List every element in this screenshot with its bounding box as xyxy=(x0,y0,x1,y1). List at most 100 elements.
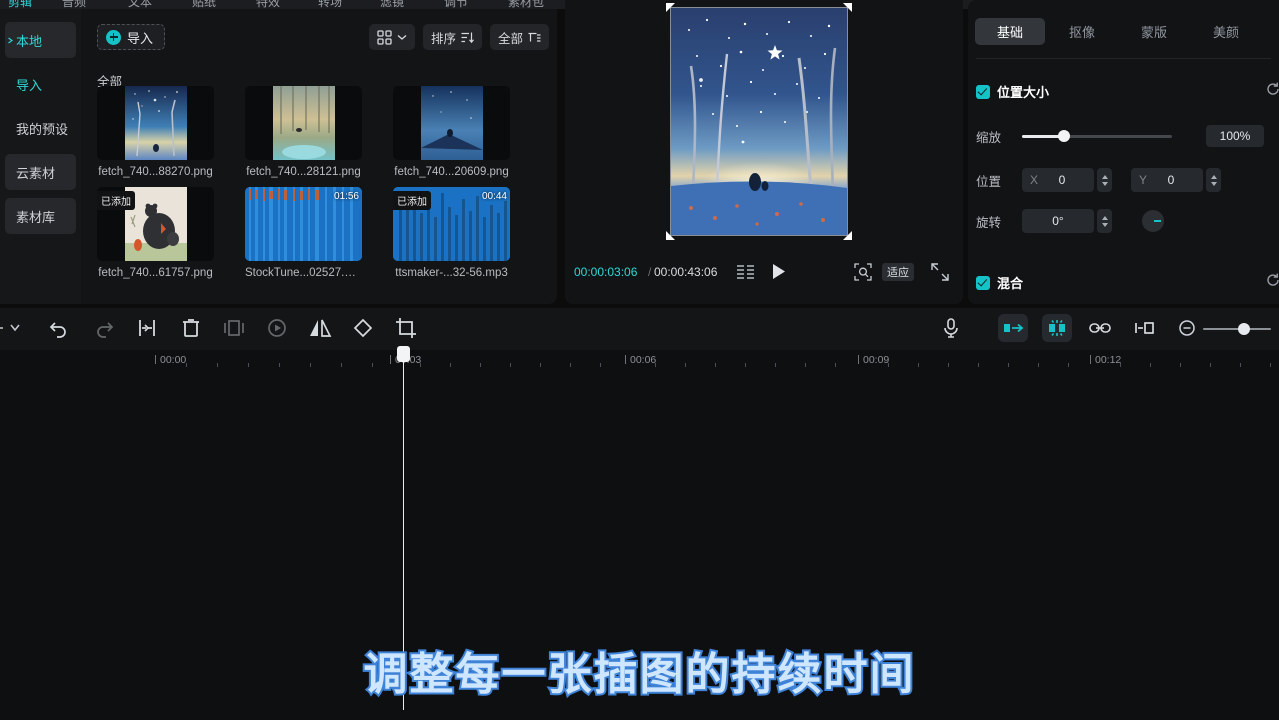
rotation-field[interactable]: 0° xyxy=(1022,209,1094,233)
thumbnail-image xyxy=(124,86,187,160)
media-item[interactable]: fetch_740...88270.png xyxy=(97,86,214,178)
sidebar-item-presets[interactable]: 我的预设 xyxy=(5,110,76,146)
media-item-name: fetch_740...20609.png xyxy=(394,166,509,178)
playhead[interactable] xyxy=(397,346,410,710)
menu-item-4[interactable]: 特效 xyxy=(256,0,280,9)
zoom-out-icon[interactable] xyxy=(1178,317,1196,344)
zoom-slider[interactable] xyxy=(1203,322,1275,341)
position-size-checkbox[interactable] xyxy=(976,84,990,99)
reset-position-size-icon[interactable] xyxy=(1266,82,1279,101)
media-toolbar: 导入 排序 全部 xyxy=(81,20,557,52)
grid-view-icon xyxy=(377,29,392,45)
menu-item-6[interactable]: 滤镜 xyxy=(380,0,404,9)
freeze-frame-icon[interactable] xyxy=(223,317,245,344)
timeline-tracks: 封面 fetch_7400610434952088270.png 00:00:0… xyxy=(0,372,1279,720)
media-duration-badge: 00:44 xyxy=(481,191,507,202)
inspector-panel: 基础 抠像 蒙版 美颜 位置大小 缩放 100% 位置 X 0 Y 0 旋转 0… xyxy=(968,0,1279,304)
current-time: 00:00:03:06 xyxy=(574,265,638,279)
tab-mask[interactable]: 蒙版 xyxy=(1119,18,1189,45)
position-x-field[interactable]: X 0 xyxy=(1022,168,1094,192)
position-y-value: 0 xyxy=(1167,173,1175,187)
media-item[interactable]: 已添加 00:44 ttsmaker-...32-56.mp3 xyxy=(393,187,510,279)
media-item[interactable]: fetch_740...20609.png xyxy=(393,86,510,178)
snapshot-icon[interactable] xyxy=(854,263,872,286)
rotation-stepper[interactable] xyxy=(1097,209,1112,233)
scale-value[interactable]: 100% xyxy=(1206,125,1264,147)
reset-blend-icon[interactable] xyxy=(1266,273,1279,292)
player-controls: 00:00:03:06 / 00:00:43:06 适应 xyxy=(565,258,963,286)
scale-label: 缩放 xyxy=(976,130,1002,145)
media-thumbnail[interactable] xyxy=(245,86,362,160)
rotation-dial[interactable] xyxy=(1142,210,1164,232)
mirror-icon[interactable] xyxy=(308,317,332,344)
inspector-divider xyxy=(976,58,1271,59)
speed-dropdown-icon[interactable] xyxy=(0,317,30,344)
media-grid: fetch_740...88270.png fetch_740...28121.… xyxy=(97,86,557,279)
section-title-blend: 混合 xyxy=(997,276,1024,291)
rotation-row: 旋转 0° xyxy=(976,209,1164,233)
section-header-position-size[interactable]: 位置大小 xyxy=(976,82,1049,101)
reverse-icon[interactable] xyxy=(266,317,288,344)
sidebar-item-local[interactable]: 本地 xyxy=(5,22,76,58)
menu-item-0[interactable]: 剪辑 xyxy=(8,0,32,9)
undo-icon[interactable] xyxy=(48,317,70,344)
blend-checkbox[interactable] xyxy=(976,275,990,290)
menu-item-7[interactable]: 调节 xyxy=(444,0,468,9)
menu-item-3[interactable]: 贴纸 xyxy=(192,0,216,9)
view-mode-chip[interactable] xyxy=(368,24,415,50)
section-title-position-size: 位置大小 xyxy=(997,85,1050,100)
sidebar-item-library[interactable]: 素材库 xyxy=(5,198,76,234)
link-icon[interactable] xyxy=(1088,317,1112,344)
menu-item-8[interactable]: 素材包 xyxy=(508,0,544,9)
position-y-key: Y xyxy=(1139,173,1148,187)
split-icon[interactable] xyxy=(136,317,158,344)
media-item[interactable]: 01:56 StockTune...02527.mp3 xyxy=(245,187,362,279)
plus-icon xyxy=(106,29,121,45)
tab-basic[interactable]: 基础 xyxy=(975,18,1046,45)
media-thumbnail[interactable]: 01:56 xyxy=(245,187,362,261)
timeline-ruler[interactable]: 00:00 00:03 00:06 00:09 00:12 xyxy=(0,350,1279,372)
position-y-field[interactable]: Y 0 xyxy=(1131,168,1203,192)
fit-button[interactable]: 适应 xyxy=(882,263,914,281)
play-icon[interactable] xyxy=(771,263,787,285)
split-mirror-icon[interactable] xyxy=(1132,317,1156,344)
snap-to-clip-button[interactable] xyxy=(998,314,1028,342)
compare-grid-icon[interactable] xyxy=(737,265,755,284)
timeline-toolbar xyxy=(0,308,1279,350)
sidebar-item-import[interactable]: 导入 xyxy=(5,66,76,102)
import-button[interactable]: 导入 xyxy=(97,24,166,50)
scale-slider-knob[interactable] xyxy=(1058,130,1070,142)
media-item[interactable]: 已添加 fetch_740...61757.png xyxy=(97,187,214,279)
ruler-label-4: 00:12 xyxy=(1095,354,1122,366)
position-x-stepper[interactable] xyxy=(1097,168,1112,192)
media-thumbnail[interactable] xyxy=(97,86,214,160)
sort-chip[interactable]: 排序 xyxy=(422,24,482,50)
section-header-blend[interactable]: 混合 xyxy=(976,273,1023,292)
fullscreen-icon[interactable] xyxy=(931,263,949,286)
playhead-handle[interactable] xyxy=(397,346,410,362)
media-thumbnail[interactable]: 已添加 xyxy=(97,187,214,261)
media-item-name: fetch_740...28121.png xyxy=(246,166,361,178)
auto-snap-button[interactable] xyxy=(1042,314,1072,342)
media-item[interactable]: fetch_740...28121.png xyxy=(245,86,362,178)
media-thumbnail[interactable]: 已添加 00:44 xyxy=(393,187,510,261)
preview-canvas[interactable] xyxy=(666,3,852,240)
position-y-stepper[interactable] xyxy=(1206,168,1221,192)
redo-icon[interactable] xyxy=(93,317,115,344)
rotate-icon[interactable] xyxy=(352,317,374,344)
menu-item-5[interactable]: 转场 xyxy=(318,0,342,9)
crop-icon[interactable] xyxy=(395,317,417,344)
tab-keying[interactable]: 抠像 xyxy=(1047,18,1117,45)
menu-item-1[interactable]: 音频 xyxy=(62,0,86,9)
microphone-icon[interactable] xyxy=(941,317,961,344)
added-badge: 已添加 xyxy=(393,191,431,210)
scale-slider[interactable] xyxy=(1022,130,1172,142)
position-label: 位置 xyxy=(976,174,1002,189)
tab-beauty[interactable]: 美颜 xyxy=(1191,18,1261,45)
delete-icon[interactable] xyxy=(180,317,202,344)
filter-chip[interactable]: 全部 xyxy=(489,24,549,50)
media-thumbnail[interactable] xyxy=(393,86,510,160)
sidebar-item-cloud[interactable]: 云素材 xyxy=(5,154,76,190)
menu-item-2[interactable]: 文本 xyxy=(128,0,152,9)
position-x-value: 0 xyxy=(1058,173,1066,187)
